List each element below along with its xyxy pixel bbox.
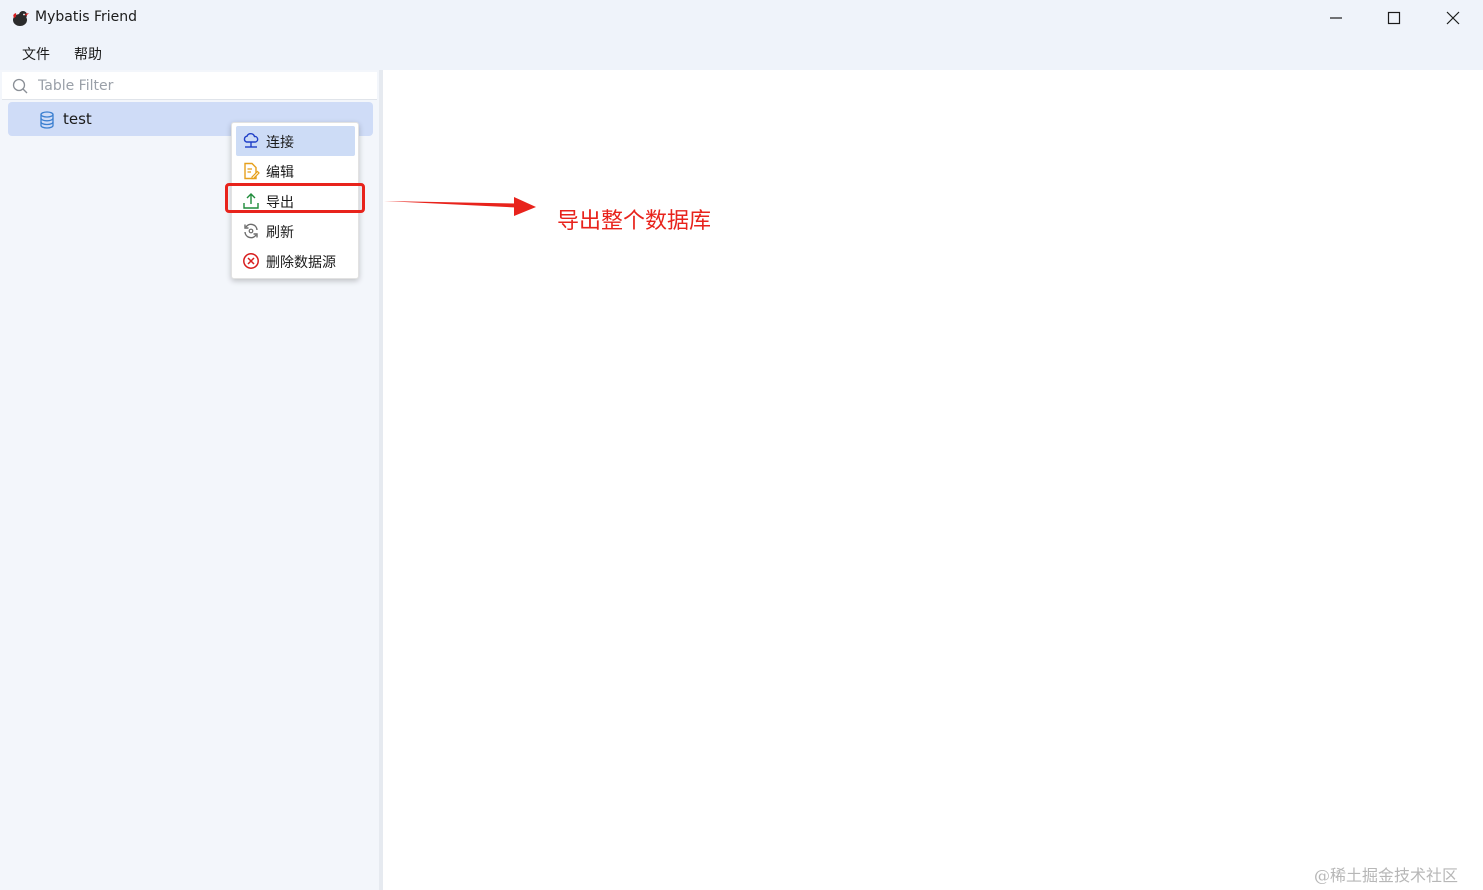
menu-item-label: 删除数据源 [266,255,336,271]
menu-item-delete-datasource[interactable]: 删除数据源 [236,246,355,276]
table-filter-input[interactable] [38,75,368,97]
title-bar: Mybatis Friend [0,0,1483,36]
table-filter-bar [2,72,377,100]
refresh-icon [244,223,258,239]
window-title: Mybatis Friend [35,9,138,25]
menu-bar: 文件 帮助 [0,36,1483,70]
menu-help[interactable]: 帮助 [72,44,104,64]
menu-item-connect[interactable]: 连接 [236,126,355,156]
close-button[interactable] [1424,0,1482,36]
watermark: @稀土掘金技术社区 [1314,866,1459,885]
delete-circle-icon [243,253,259,269]
menu-item-refresh[interactable]: 刷新 [236,216,355,246]
minimize-button[interactable] [1307,0,1365,36]
bird-app-icon [13,11,29,26]
menu-item-label: 连接 [266,135,294,151]
menu-item-label: 编辑 [266,165,294,181]
close-icon [1446,11,1460,25]
cloud-connect-icon [243,133,259,148]
search-icon [12,78,28,94]
minimize-icon [1330,17,1342,19]
maximize-button[interactable] [1365,0,1423,36]
annotation-arrow-icon [384,197,536,216]
menu-item-edit[interactable]: 编辑 [236,156,355,186]
tree-item-label: test [63,110,92,128]
edit-document-icon [244,162,260,180]
app-window: Mybatis Friend 文件 帮助 Table Filter test 连… [0,0,1483,890]
highlight-box [225,183,365,213]
annotation-text: 导出整个数据库 [557,209,712,234]
menu-item-label: 刷新 [266,225,294,241]
menu-file[interactable]: 文件 [20,44,52,64]
main-content-area [383,70,1483,890]
maximize-icon [1387,11,1401,25]
database-icon [40,111,54,129]
